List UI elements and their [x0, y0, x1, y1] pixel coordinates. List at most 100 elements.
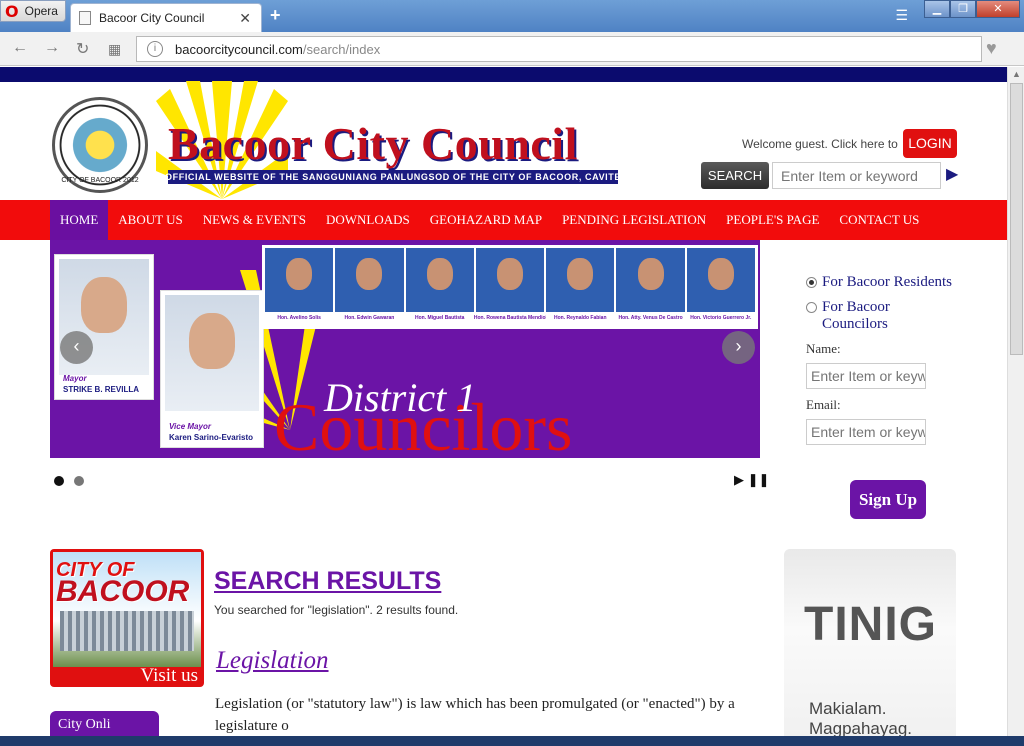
email-field[interactable]	[806, 419, 926, 445]
result-title-link[interactable]: Legislation	[216, 647, 329, 675]
councilor-name: Hon. Atty. Venus De Castro	[618, 315, 683, 321]
nav-contact-us[interactable]: CONTACT US	[829, 200, 929, 240]
radio-icon[interactable]	[806, 302, 817, 313]
minimize-button[interactable]: ▁	[924, 0, 950, 18]
opera-menu-button[interactable]: O Opera	[0, 0, 66, 22]
nav-news-events[interactable]: NEWS & EVENTS	[193, 200, 316, 240]
visit-us-text: Visit us	[140, 665, 198, 686]
slider-dot[interactable]	[54, 476, 64, 486]
councilor-photo: Hon. Rowena Bautista Mendiola	[474, 248, 546, 321]
nav-peoples-page[interactable]: PEOPLE'S PAGE	[716, 200, 829, 240]
search-results-heading: SEARCH RESULTS	[214, 567, 442, 595]
search-input[interactable]	[772, 162, 941, 189]
district-heading: District 1	[324, 375, 477, 420]
play-icon[interactable]: ▶	[734, 472, 744, 487]
nav-geohazard-map[interactable]: GEOHAZARD MAP	[420, 200, 552, 240]
window-titlebar: O Opera Bacoor City Council ✕ + ☰ ▁ ❐ ✕	[0, 0, 1024, 32]
tinig-title: TINIG	[804, 598, 937, 651]
close-tab-icon[interactable]: ✕	[239, 10, 251, 27]
scroll-up-icon[interactable]: ▲	[1012, 69, 1021, 79]
signup-form: For Bacoor Residents For Bacoor Councilo…	[806, 274, 956, 445]
nav-pending-legislation[interactable]: PENDING LEGISLATION	[552, 200, 716, 240]
councilor-name: Hon. Miguel Bautista	[414, 315, 465, 321]
slider-prev-button[interactable]: ‹	[60, 331, 93, 364]
vertical-scrollbar[interactable]: ▲ ▼	[1007, 67, 1024, 746]
councilors-radio[interactable]: For Bacoor Councilors	[806, 299, 956, 333]
nav-downloads[interactable]: DOWNLOADS	[316, 200, 420, 240]
site-subtitle: OFFICIAL WEBSITE OF THE SANGGUNIANG PANL…	[165, 170, 621, 184]
councilor-photo: Hon. Miguel Bautista	[405, 248, 474, 321]
site-info-icon[interactable]: i	[147, 41, 163, 57]
result-snippet: Legislation (or "statutory law") is law …	[215, 696, 735, 734]
nav-about-us[interactable]: ABOUT US	[108, 200, 192, 240]
visit-bacoor: BACOOR	[56, 575, 190, 608]
forward-icon[interactable]: →	[44, 39, 60, 57]
councilor-name: Hon. Avelino Solis	[277, 315, 321, 321]
visit-city-banner[interactable]: CITY OF BACOOR Visit us	[50, 549, 204, 687]
councilor-photo: Hon. Atty. Venus De Castro	[616, 248, 685, 321]
address-bar[interactable]: i bacoorcitycouncil.com/search/index	[136, 36, 982, 62]
bookmark-heart-icon[interactable]: ♥	[986, 38, 997, 59]
new-tab-icon[interactable]: +	[270, 5, 281, 26]
councilor-name: Hon. Reynaldo Fabian	[554, 315, 607, 321]
slider-pagination	[54, 476, 84, 486]
councilors-label: For Bacoor Councilors	[822, 299, 890, 332]
pause-icon[interactable]: ❚❚	[748, 472, 770, 487]
slider-controls: ▶ ❚❚	[734, 472, 769, 488]
search-go-icon[interactable]: ▶	[946, 164, 958, 184]
login-button[interactable]: LOGIN	[903, 129, 957, 158]
scrollbar-thumb[interactable]	[1010, 83, 1023, 355]
city-hall-building	[60, 611, 194, 651]
main-navigation: HOME ABOUT US NEWS & EVENTS DOWNLOADS GE…	[0, 200, 1007, 240]
councilor-name: Hon. Victorio Guerrero Jr.	[690, 315, 752, 321]
site-title: Bacoor City Council	[168, 118, 578, 169]
residents-radio[interactable]: For Bacoor Residents	[806, 274, 956, 291]
web-page: CITY OF BACOOR 2012 Bacoor City Council …	[0, 67, 1007, 746]
vice-mayor-card: Vice Mayor Karen Sarino-Evaristo	[160, 290, 264, 448]
search-results-summary: You searched for "legislation". 2 result…	[214, 603, 459, 617]
name-field[interactable]	[806, 363, 926, 389]
search-button[interactable]: SEARCH	[701, 162, 769, 189]
radio-selected-icon[interactable]	[806, 277, 817, 288]
mayor-card: Mayor STRIKE B. REVILLA	[54, 254, 154, 400]
os-taskbar	[0, 736, 1024, 746]
hero-slider[interactable]: Mayor STRIKE B. REVILLA Vice Mayor Karen S…	[50, 240, 760, 458]
councilor-photo: Hon. Edwin Gawaran	[335, 248, 404, 321]
mayor-role: Mayor	[63, 374, 87, 383]
councilor-photo: Hon. Victorio Guerrero Jr.	[686, 248, 755, 321]
url-path: /search/index	[302, 41, 381, 57]
opera-label: Opera	[24, 4, 58, 18]
email-label: Email:	[806, 397, 841, 412]
councilor-name: Hon. Rowena Bautista Mendiola	[473, 315, 547, 321]
slider-dot[interactable]	[74, 476, 84, 486]
reload-icon[interactable]: ↻	[76, 39, 89, 59]
tab-menu-icon[interactable]: ☰	[895, 7, 908, 24]
close-window-button[interactable]: ✕	[976, 0, 1020, 18]
speed-dial-icon[interactable]: ▦	[108, 41, 121, 58]
tab-title: Bacoor City Council	[99, 11, 205, 25]
tinig-line1: Makialam.	[809, 699, 887, 718]
slider-next-button[interactable]: ›	[722, 331, 755, 364]
seal-text: CITY OF BACOOR 2012	[61, 177, 139, 184]
tinig-banner[interactable]: TINIG Makialam. Magpahayag.	[784, 549, 956, 746]
vice-mayor-name: Karen Sarino-Evaristo	[169, 433, 254, 442]
mayor-name: STRIKE B. REVILLA	[63, 385, 140, 394]
city-seal-logo: CITY OF BACOOR 2012	[52, 97, 148, 193]
browser-tab[interactable]: Bacoor City Council ✕	[70, 3, 262, 32]
councilor-name: Hon. Edwin Gawaran	[344, 315, 395, 321]
top-strip	[0, 67, 1007, 82]
residents-label: For Bacoor Residents	[822, 274, 952, 290]
vice-mayor-photo	[165, 295, 259, 411]
name-label: Name:	[806, 341, 841, 356]
browser-toolbar: ← → ↻ ▦ i bacoorcitycouncil.com/search/i…	[0, 32, 1024, 66]
welcome-text: Welcome guest. Click here to	[742, 137, 898, 151]
nav-home[interactable]: HOME	[50, 200, 109, 240]
sign-up-button[interactable]: Sign Up	[850, 480, 926, 519]
back-icon[interactable]: ←	[12, 39, 28, 57]
councilor-photo: Hon. Reynaldo Fabian	[546, 248, 615, 321]
page-icon	[79, 11, 91, 25]
opera-logo-icon: O	[5, 1, 19, 21]
url-host: bacoorcitycouncil.com	[175, 41, 303, 57]
maximize-button[interactable]: ❐	[950, 0, 976, 18]
vice-mayor-role: Vice Mayor	[169, 422, 211, 431]
